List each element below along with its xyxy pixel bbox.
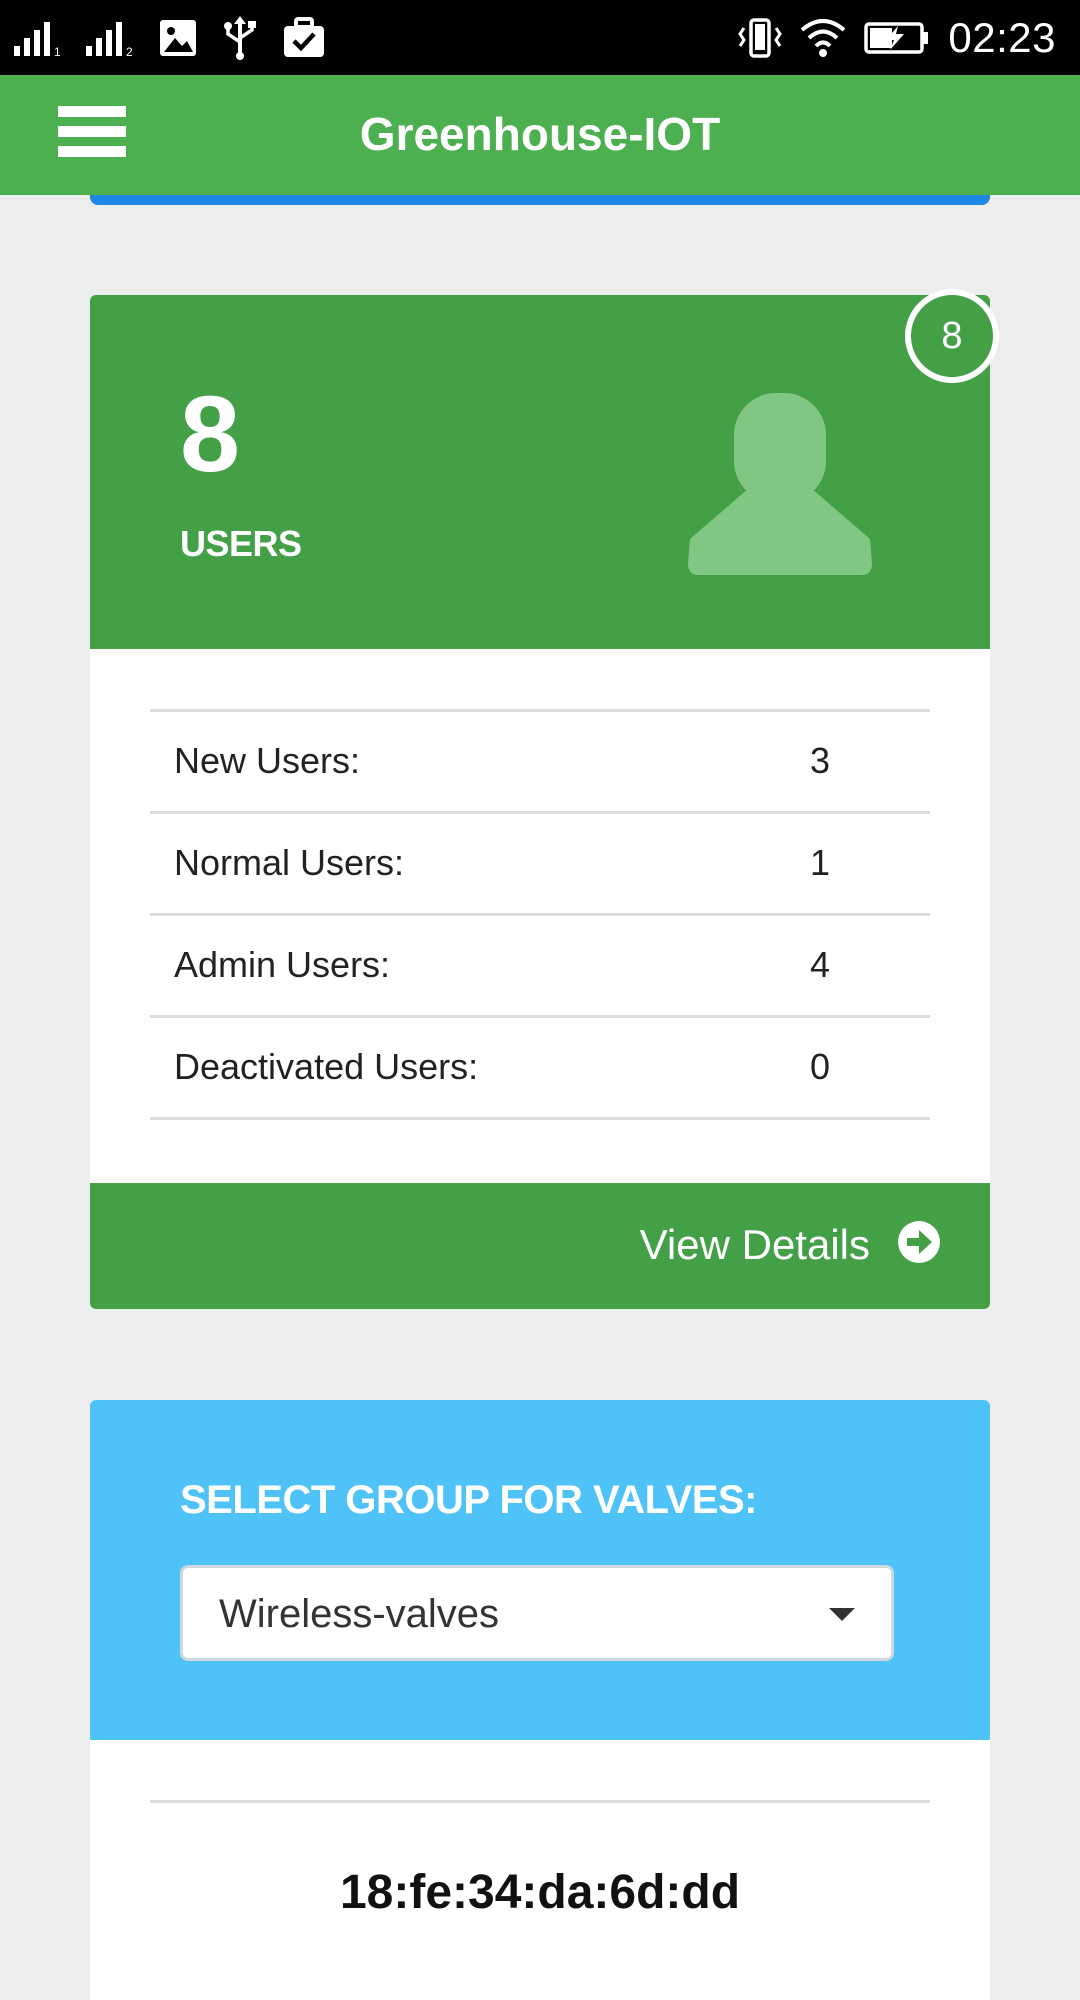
valve-group-select[interactable]: Wireless-valves <box>180 1565 894 1661</box>
users-panel: 8 USERS 8 New Users: 3 Normal Users: 1 A… <box>90 289 999 1309</box>
user-silhouette-icon <box>688 393 872 575</box>
table-row: Deactivated Users: 0 <box>150 1018 930 1120</box>
wifi-icon <box>801 19 846 57</box>
caret-down-icon <box>829 1608 855 1621</box>
view-details-label: View Details <box>639 1221 870 1268</box>
view-details-button[interactable]: View Details <box>90 1183 990 1309</box>
users-badge: 8 <box>905 289 999 383</box>
device-mac-address: 18:fe:34:da:6d:dd <box>339 1866 741 1919</box>
app-title: Greenhouse-IOT <box>359 108 721 160</box>
usb-icon <box>224 16 256 60</box>
row-label: Admin Users: <box>174 944 391 985</box>
status-bar-left: 1 2 <box>14 14 326 62</box>
arrow-circle-right-icon <box>898 1221 940 1263</box>
previous-panel-edge <box>90 195 990 205</box>
table-row: Normal Users: 1 <box>150 814 930 916</box>
row-label: Deactivated Users: <box>174 1046 479 1087</box>
valves-panel: SELECT GROUP FOR VALVES: Wireless-valves… <box>90 1400 990 2000</box>
row-value: 4 <box>810 944 831 985</box>
sim2-label: 2 <box>126 45 133 58</box>
valves-panel-header: SELECT GROUP FOR VALVES: Wireless-valves <box>90 1400 990 1740</box>
row-label: New Users: <box>174 740 361 781</box>
row-label: Normal Users: <box>174 842 405 883</box>
vibrate-icon <box>738 18 783 58</box>
app-bar: Greenhouse-IOT <box>0 75 1080 195</box>
valve-group-selected: Wireless-valves <box>219 1592 500 1636</box>
signal-icon: 2 <box>86 22 133 58</box>
clock: 02:23 <box>948 14 1056 61</box>
status-bar: 1 2 02:23 <box>0 0 1080 75</box>
valves-group-title: SELECT GROUP FOR VALVES: <box>180 1478 757 1522</box>
row-value: 3 <box>810 740 831 781</box>
sim1-label: 1 <box>54 45 61 58</box>
signal-icon: 1 <box>14 22 61 58</box>
briefcase-icon <box>284 17 324 57</box>
status-bar-right: 02:23 <box>738 14 1056 62</box>
row-value: 0 <box>810 1046 831 1087</box>
table-row: New Users: 3 <box>150 712 930 814</box>
divider <box>150 1800 930 1803</box>
table-row: Admin Users: 4 <box>150 916 930 1018</box>
users-table: New Users: 3 Normal Users: 1 Admin Users… <box>150 709 930 1120</box>
users-label: USERS <box>180 523 302 564</box>
users-panel-header: 8 USERS <box>90 295 990 649</box>
users-count: 8 <box>180 373 241 494</box>
row-value: 1 <box>810 842 831 883</box>
battery-charging-icon <box>864 22 929 54</box>
image-icon <box>160 20 196 56</box>
